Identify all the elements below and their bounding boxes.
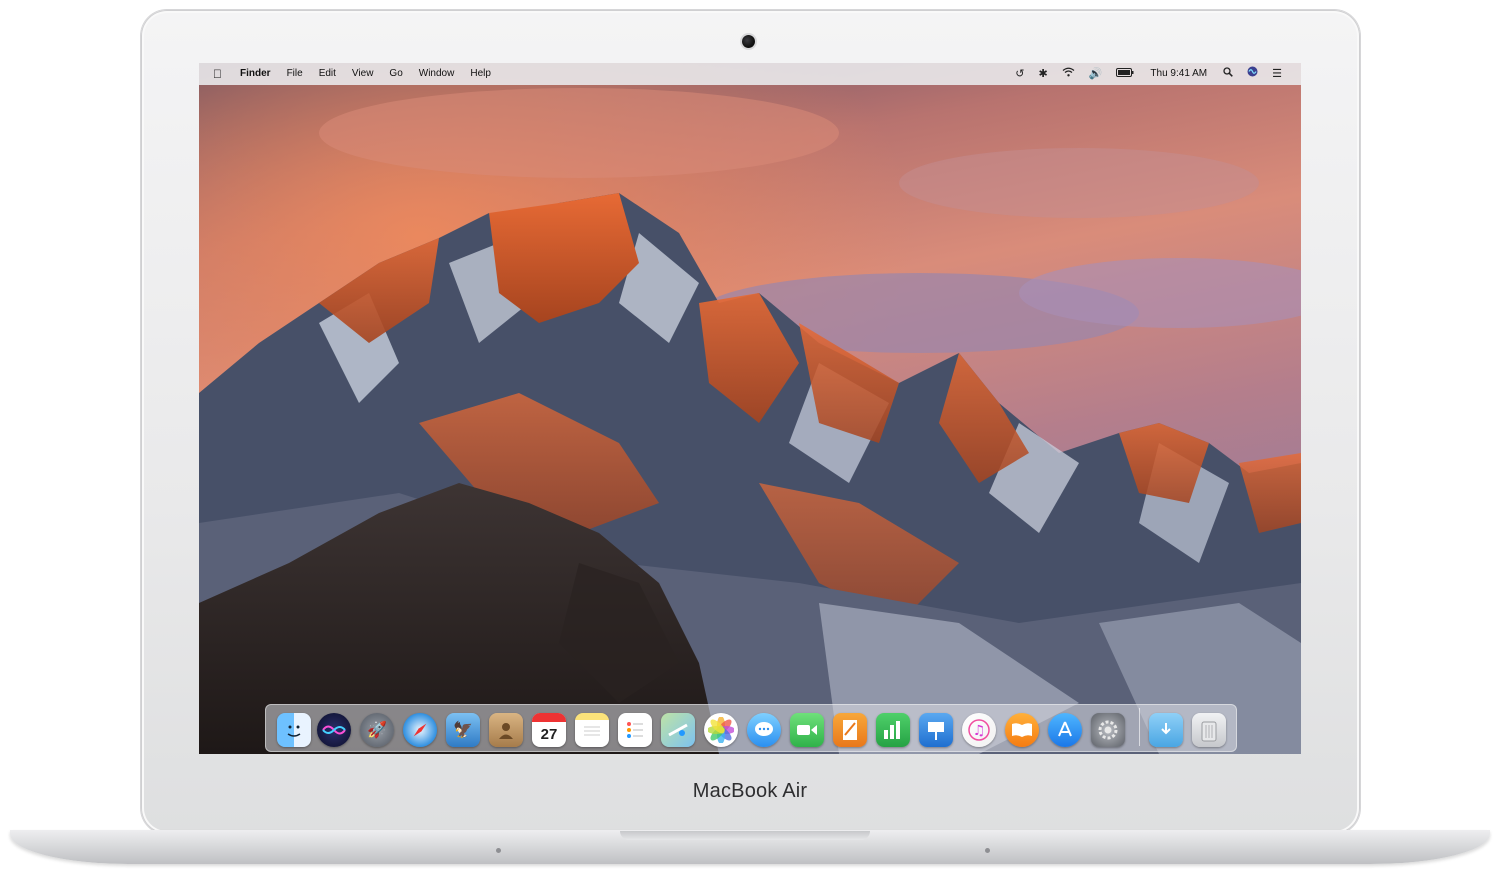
notification-center-icon[interactable]: ☰ [1265,63,1289,85]
dock-pages-icon[interactable] [833,713,867,747]
dock-downloads-icon[interactable] [1149,713,1183,747]
dock-keynote-icon[interactable] [919,713,953,747]
svg-text:♫: ♫ [973,723,986,739]
base-foot [496,848,501,853]
dock-app-store-icon[interactable] [1048,713,1082,747]
dock-calendar-icon[interactable]: 27 [532,713,566,747]
dock-photos-icon[interactable] [704,713,738,747]
menu-view[interactable]: View [344,63,382,85]
device-brand-label: MacBook Air [692,780,808,802]
lid-opening-notch [620,831,870,840]
dock-messages-icon[interactable] [747,713,781,747]
dock-finder-icon[interactable] [277,713,311,747]
dock-contacts-icon[interactable] [489,713,523,747]
menu-edit[interactable]: Edit [311,63,344,85]
dock-itunes-icon[interactable]: ♫ [962,713,996,747]
calendar-day: 27 [540,725,558,743]
dock-safari-icon[interactable] [403,713,437,747]
volume-icon[interactable]: 🔊 [1082,63,1110,85]
camera-icon [742,35,755,48]
menu-bar:  Finder File Edit View Go Window Help ↺… [199,63,1301,85]
desktop-wallpaper [199,63,1301,754]
calendar-header [532,713,566,722]
spotlight-icon[interactable] [1216,63,1240,85]
dock-facetime-icon[interactable] [790,713,824,747]
time-machine-icon[interactable]: ↺ [1008,63,1031,85]
dock-notes-icon[interactable] [575,713,609,747]
menu-clock[interactable]: Thu 9:41 AM [1141,63,1216,85]
siri-icon[interactable] [1240,63,1265,85]
dock-numbers-icon[interactable] [876,713,910,747]
dock-launchpad-icon[interactable]: 🚀 [360,713,394,747]
dock-reminders-icon[interactable] [618,713,652,747]
menu-go[interactable]: Go [381,63,410,85]
dock-system-preferences-icon[interactable] [1091,713,1125,747]
menu-window[interactable]: Window [411,63,463,85]
dock-mail-icon[interactable]: 🦅 [446,713,480,747]
screen:  Finder File Edit View Go Window Help ↺… [199,63,1301,754]
dock-siri-icon[interactable] [317,713,351,747]
dock-ibooks-icon[interactable] [1005,713,1039,747]
battery-icon[interactable] [1109,63,1141,85]
menu-file[interactable]: File [279,63,311,85]
base-foot [985,848,990,853]
apple-menu-icon[interactable]:  [213,63,232,85]
wifi-icon[interactable] [1055,63,1082,85]
dock-trash-icon[interactable] [1192,713,1226,747]
dock-separator [1139,708,1140,746]
menu-app-name[interactable]: Finder [232,63,279,85]
menu-help[interactable]: Help [462,63,499,85]
bluetooth-icon[interactable]: ✱ [1032,63,1055,85]
dock-maps-icon[interactable] [661,713,695,747]
